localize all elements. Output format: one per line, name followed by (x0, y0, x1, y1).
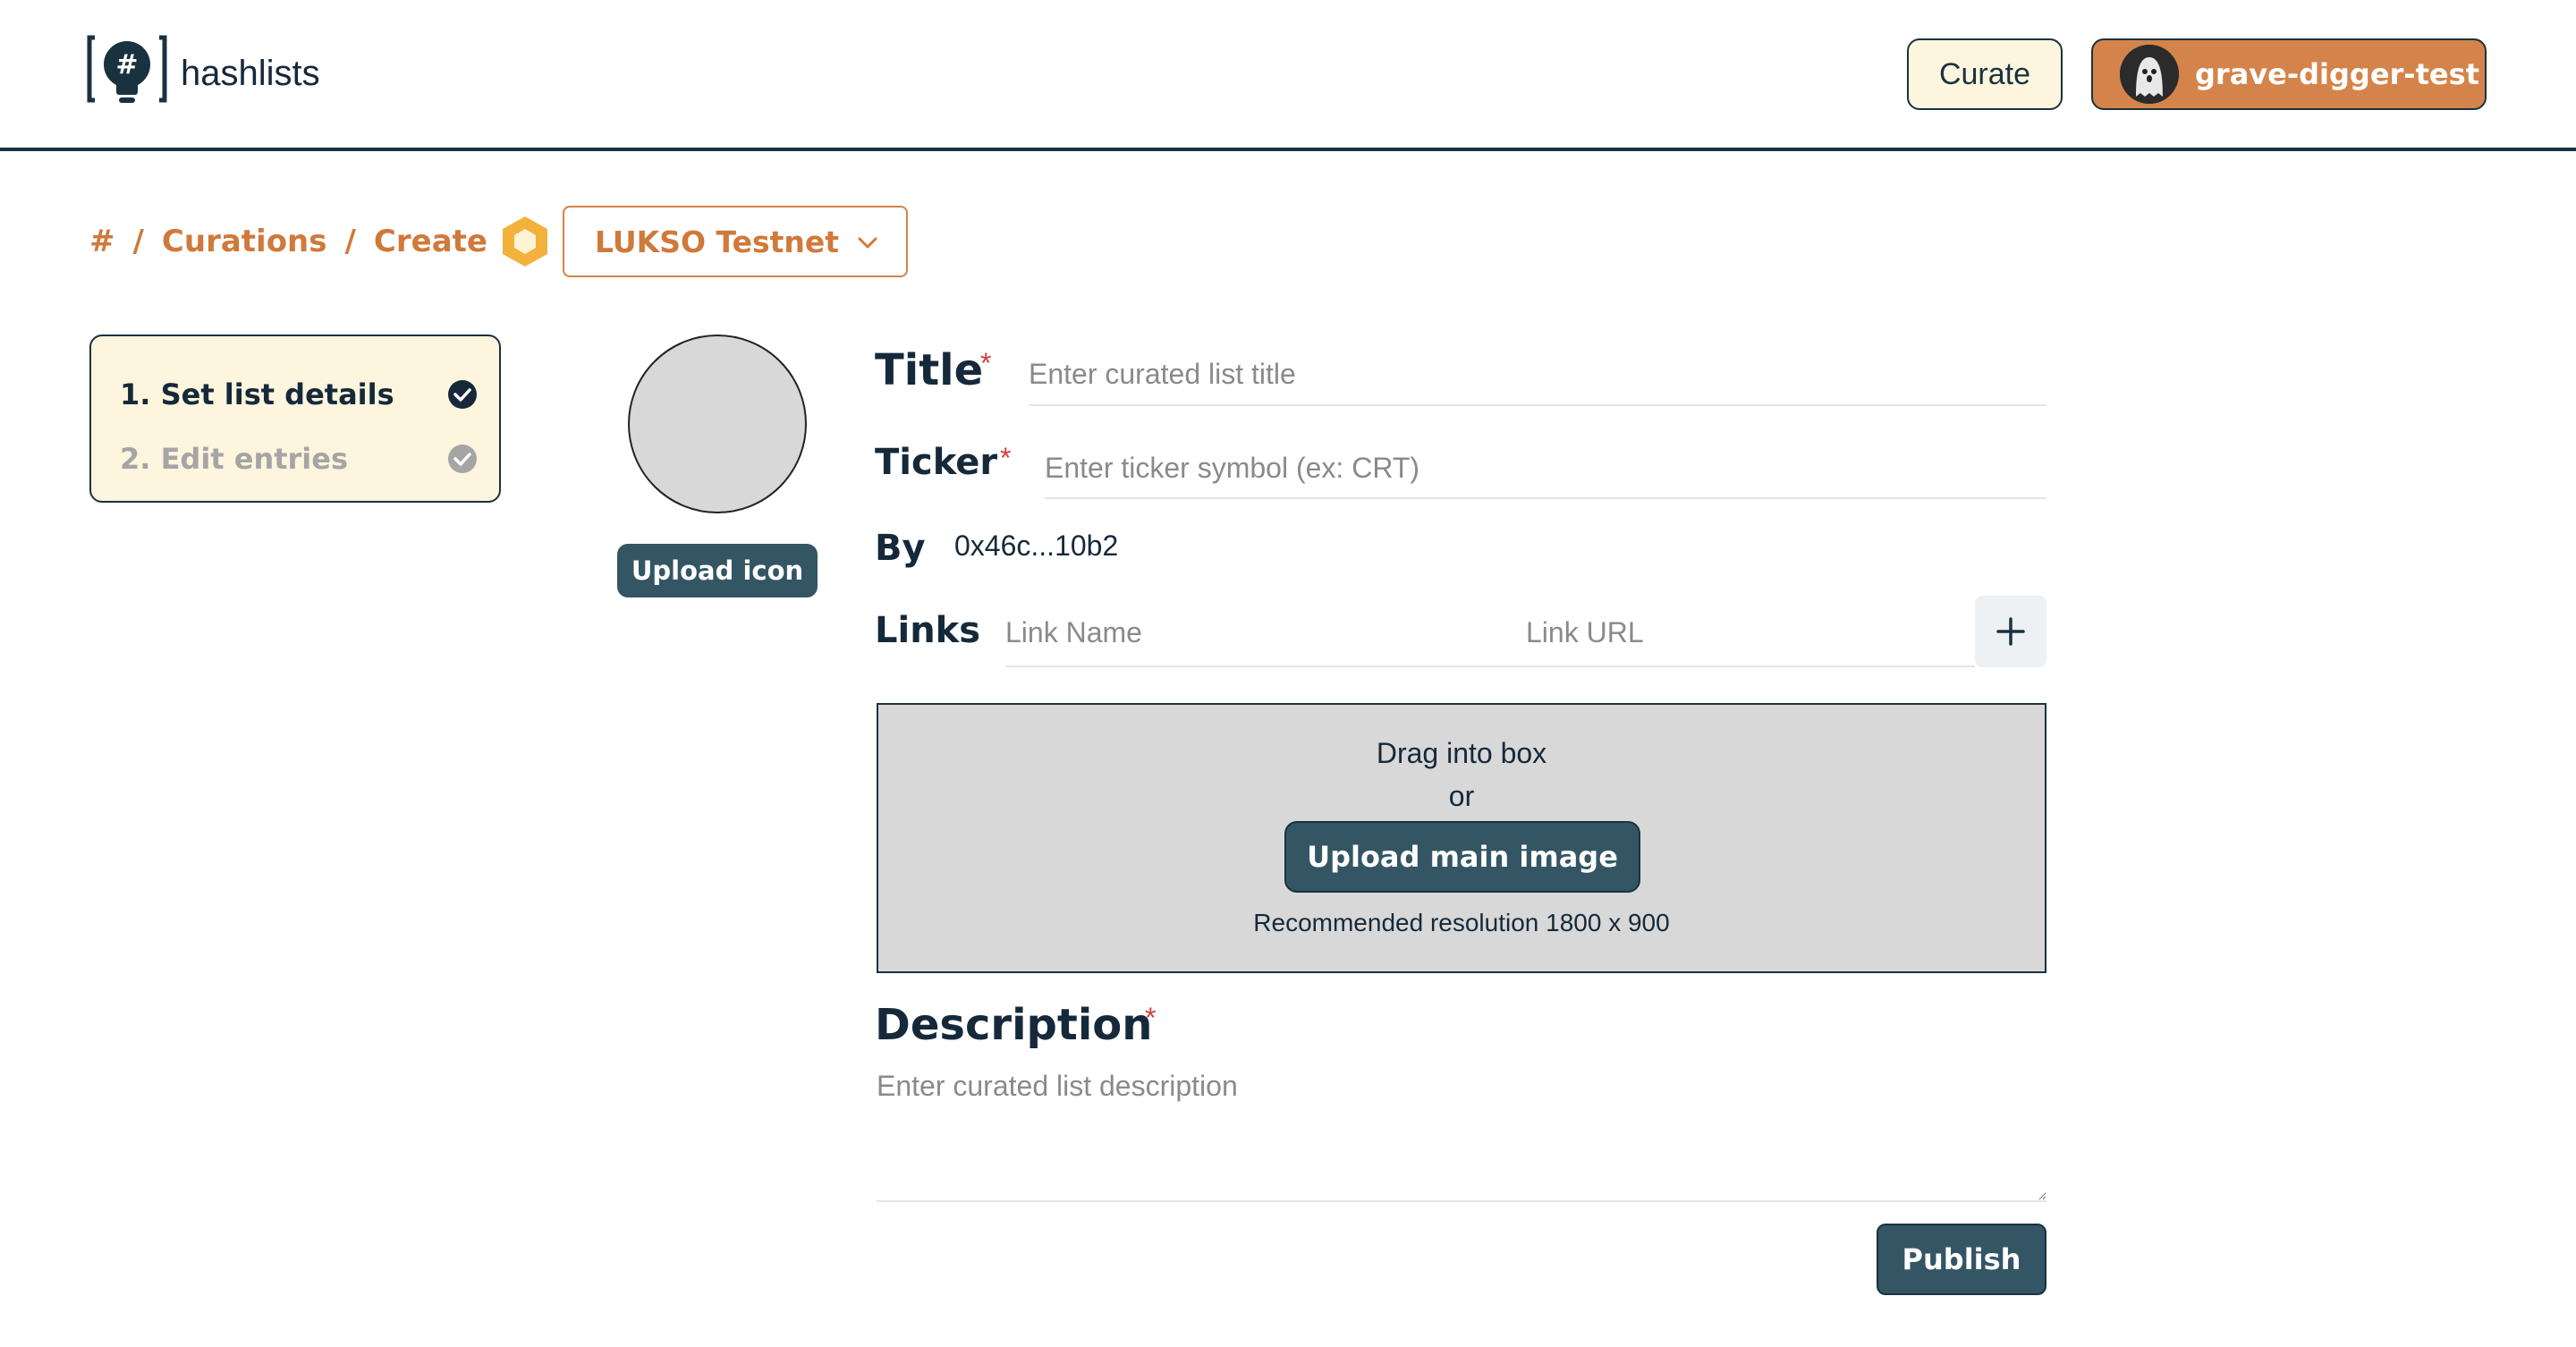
breadcrumb: # / Curations / Create LUKSO Testnet (89, 206, 908, 277)
dropzone-recommendation: Recommended resolution 1800 x 900 (1253, 909, 1670, 936)
lukso-hexagon-icon (502, 216, 547, 267)
title-input[interactable] (1029, 343, 2046, 406)
link-url-input[interactable] (1526, 599, 1975, 667)
dropzone-or: or (1448, 780, 1475, 812)
link-name-input[interactable] (1005, 599, 1528, 667)
title-label: Title (875, 345, 984, 395)
check-circle-icon (448, 380, 477, 409)
step-edit-entries[interactable]: 2. Edit entries (120, 436, 478, 481)
list-icon-preview (628, 335, 807, 513)
creator-address: 0x46c...10b2 (954, 529, 1119, 562)
add-link-button[interactable] (1975, 596, 2046, 667)
app-name: hashlists (181, 53, 320, 93)
plus-icon (1996, 617, 2025, 646)
ticker-label: Ticker (875, 442, 998, 483)
network-select[interactable]: LUKSO Testnet (562, 206, 908, 277)
svg-text:#: # (115, 49, 138, 80)
required-mark: * (1000, 442, 1012, 474)
breadcrumb-separator: / (344, 224, 356, 259)
step-label: 1. Set list details (120, 377, 394, 411)
links-label: Links (875, 610, 981, 651)
user-name: grave-digger-test (2195, 57, 2479, 91)
steps-panel: 1. Set list details 2. Edit entries (89, 335, 501, 503)
upload-main-image-button[interactable]: Upload main image (1284, 821, 1640, 893)
breadcrumb-home[interactable]: # (89, 224, 115, 259)
network-select-value: LUKSO Testnet (594, 224, 840, 259)
description-textarea[interactable] (877, 1070, 2046, 1202)
publish-button[interactable]: Publish (1877, 1224, 2046, 1295)
user-account-button[interactable]: grave-digger-test (2091, 38, 2487, 110)
upload-icon-button[interactable]: Upload icon (617, 544, 818, 597)
by-label: By (875, 528, 926, 569)
breadcrumb-create: Create (373, 224, 487, 259)
chevron-down-icon (858, 237, 877, 249)
curate-button[interactable]: Curate (1907, 38, 2063, 110)
dropzone-instruction: Drag into box (1376, 737, 1547, 769)
breadcrumb-separator: / (132, 224, 144, 259)
lightbulb-hash-icon: # (87, 35, 167, 103)
breadcrumb-curations[interactable]: Curations (162, 224, 327, 259)
app-logo[interactable]: # hashlists (86, 32, 320, 114)
top-header: # hashlists Curate grave-digger-test (0, 0, 2576, 151)
required-mark: * (1145, 1002, 1157, 1034)
avatar (2120, 45, 2179, 104)
step-label: 2. Edit entries (120, 442, 349, 476)
description-label: Description (875, 1000, 1153, 1050)
step-set-list-details[interactable]: 1. Set list details (120, 372, 478, 417)
ticker-input[interactable] (1045, 438, 2046, 499)
required-mark: * (980, 347, 992, 379)
main-image-dropzone[interactable]: Drag into box or Upload main image Recom… (877, 703, 2046, 973)
check-circle-icon (448, 445, 477, 473)
